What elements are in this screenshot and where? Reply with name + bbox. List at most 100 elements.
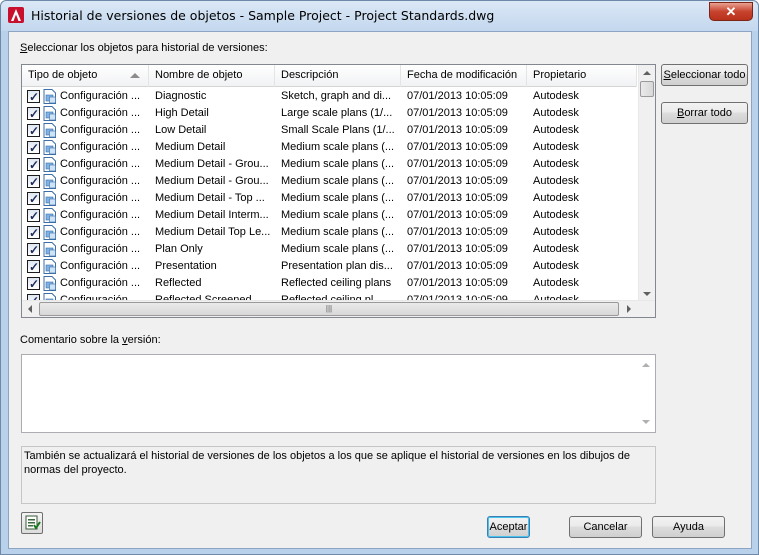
accept-button[interactable]: Aceptar bbox=[487, 516, 530, 538]
cancel-button[interactable]: Cancelar bbox=[569, 516, 642, 538]
title-bar[interactable]: Historial de versiones de objetos - Samp… bbox=[1, 1, 758, 31]
cell-text: Autodesk bbox=[533, 141, 579, 153]
table-row[interactable]: Configuración ... Medium Detail Top Le...… bbox=[22, 224, 637, 241]
cell-description: Sketch, graph and di... bbox=[275, 88, 401, 105]
table-row[interactable]: Configuración ... Reflected Reflected ceil… bbox=[22, 275, 637, 292]
cell-text: Diagnostic bbox=[155, 90, 207, 102]
display-configuration-icon bbox=[43, 191, 56, 206]
cell-text: Autodesk bbox=[533, 226, 579, 238]
cell-text: Configuración ... bbox=[60, 192, 141, 204]
cell-text: Medium scale plans (... bbox=[281, 141, 395, 153]
cell-type: Configuración ... bbox=[22, 241, 149, 258]
help-button[interactable]: Ayuda bbox=[652, 516, 725, 538]
column-header-date[interactable]: Fecha de modificación bbox=[401, 65, 527, 87]
scroll-left-icon[interactable] bbox=[28, 305, 32, 313]
cell-name: Medium Detail - Grou... bbox=[149, 173, 275, 190]
cell-text: Autodesk bbox=[533, 277, 579, 289]
row-checkbox[interactable] bbox=[27, 225, 40, 241]
cell-type: Configuración ... bbox=[22, 105, 149, 122]
display-configuration-icon bbox=[43, 157, 56, 172]
cell-date: 07/01/2013 10:05:09 bbox=[401, 139, 527, 156]
cell-text: Configuración ... bbox=[60, 158, 141, 170]
display-configuration-icon bbox=[43, 123, 56, 138]
cell-description: Medium scale plans (... bbox=[275, 156, 401, 173]
grid-vertical-scrollbar[interactable] bbox=[638, 65, 655, 302]
column-header-owner[interactable]: Propietario bbox=[527, 65, 637, 87]
row-checkbox[interactable] bbox=[27, 140, 40, 156]
cell-text: 07/01/2013 10:05:09 bbox=[407, 158, 508, 170]
cell-text: High Detail bbox=[155, 107, 209, 119]
objects-grid[interactable]: Tipo de objeto Nombre de objeto Descripc… bbox=[21, 64, 656, 318]
table-row[interactable]: Configuración ... Low Detail Small Scale P… bbox=[22, 122, 637, 139]
cell-text: Autodesk bbox=[533, 90, 579, 102]
select-all-button[interactable]: Seleccionar todo bbox=[661, 64, 748, 86]
row-checkbox[interactable] bbox=[27, 276, 40, 292]
cell-owner: Autodesk bbox=[527, 88, 637, 105]
close-button[interactable]: ✕ bbox=[709, 2, 753, 21]
scroll-right-icon[interactable] bbox=[627, 305, 631, 313]
column-header-type[interactable]: Tipo de objeto bbox=[22, 65, 149, 87]
scroll-up-icon[interactable] bbox=[643, 71, 651, 75]
row-checkbox[interactable] bbox=[27, 123, 40, 139]
cell-text: Large scale plans (1/... bbox=[281, 107, 393, 119]
row-checkbox[interactable] bbox=[27, 259, 40, 275]
cell-description: Large scale plans (1/... bbox=[275, 105, 401, 122]
column-header-description[interactable]: Descripción bbox=[275, 65, 401, 87]
details-icon-button[interactable] bbox=[21, 512, 43, 534]
cell-text: Autodesk bbox=[533, 158, 579, 170]
cell-text: Configuración ... bbox=[60, 226, 141, 238]
cell-owner: Autodesk bbox=[527, 190, 637, 207]
scroll-down-icon[interactable] bbox=[642, 420, 650, 424]
cell-text: Autodesk bbox=[533, 192, 579, 204]
table-row[interactable]: Configuración ... Plan Only Medium scale p… bbox=[22, 241, 637, 258]
cell-text: Configuración ... bbox=[60, 260, 141, 272]
table-row[interactable]: Configuración ... Medium Detail Medium sca… bbox=[22, 139, 637, 156]
row-checkbox[interactable] bbox=[27, 174, 40, 190]
scroll-thumb[interactable] bbox=[640, 81, 654, 97]
cell-text: Configuración ... bbox=[60, 141, 141, 153]
table-row[interactable]: Configuración ... Medium Detail - Grou...… bbox=[22, 173, 637, 190]
cell-text: Presentation bbox=[155, 260, 217, 272]
row-checkbox[interactable] bbox=[27, 106, 40, 122]
cell-text: Medium scale plans (... bbox=[281, 158, 395, 170]
table-row[interactable]: Configuración ... Medium Detail - Grou...… bbox=[22, 156, 637, 173]
table-row[interactable]: Configuración ... Medium Detail Interm...… bbox=[22, 207, 637, 224]
row-checkbox[interactable] bbox=[27, 242, 40, 258]
horizontal-scroll-thumb[interactable]: ||| bbox=[39, 302, 619, 316]
cell-description: Medium scale plans (... bbox=[275, 241, 401, 258]
cell-owner: Autodesk bbox=[527, 122, 637, 139]
comment-scrollbar[interactable] bbox=[638, 355, 655, 432]
cell-name: Low Detail bbox=[149, 122, 275, 139]
scroll-down-icon[interactable] bbox=[643, 292, 651, 296]
cell-text: Medium Detail bbox=[155, 141, 226, 153]
comment-textarea[interactable] bbox=[21, 354, 656, 433]
cell-text: Reflected ceiling plans bbox=[281, 277, 392, 289]
row-checkbox[interactable] bbox=[27, 191, 40, 207]
column-header-name[interactable]: Nombre de objeto bbox=[149, 65, 275, 87]
cell-description: Medium scale plans (... bbox=[275, 224, 401, 241]
table-row[interactable]: Configuración ... High Detail Large scale … bbox=[22, 105, 637, 122]
clear-all-button[interactable]: Borrar todo bbox=[661, 102, 748, 124]
cell-description: Medium scale plans (... bbox=[275, 173, 401, 190]
table-row[interactable]: Configuración ... Medium Detail - Top ...… bbox=[22, 190, 637, 207]
cell-type: Configuración ... bbox=[22, 173, 149, 190]
cell-text: 07/01/2013 10:05:09 bbox=[407, 90, 508, 102]
objects-list-label: Seleccionar los objetos para historial d… bbox=[20, 42, 268, 54]
table-row[interactable]: Configuración ... Presentation Presentatio… bbox=[22, 258, 637, 275]
table-row[interactable]: Configuración ... Diagnostic Sketch, graph… bbox=[22, 88, 637, 105]
cell-text: Configuración ... bbox=[60, 209, 141, 221]
scroll-up-icon[interactable] bbox=[642, 363, 650, 367]
cell-type: Configuración ... bbox=[22, 207, 149, 224]
row-checkbox[interactable] bbox=[27, 157, 40, 173]
row-checkbox[interactable] bbox=[27, 89, 40, 105]
cell-text: Autodesk bbox=[533, 260, 579, 272]
cell-text: Reflected bbox=[155, 277, 202, 289]
grid-horizontal-scrollbar[interactable]: ||| bbox=[22, 300, 655, 317]
cell-text: Medium Detail Interm... bbox=[155, 209, 269, 221]
cell-text: Medium scale plans (... bbox=[281, 209, 395, 221]
cell-text: Autodesk bbox=[533, 243, 579, 255]
cell-date: 07/01/2013 10:05:09 bbox=[401, 156, 527, 173]
cell-text: 07/01/2013 10:05:09 bbox=[407, 226, 508, 238]
cell-description: Presentation plan dis... bbox=[275, 258, 401, 275]
row-checkbox[interactable] bbox=[27, 208, 40, 224]
